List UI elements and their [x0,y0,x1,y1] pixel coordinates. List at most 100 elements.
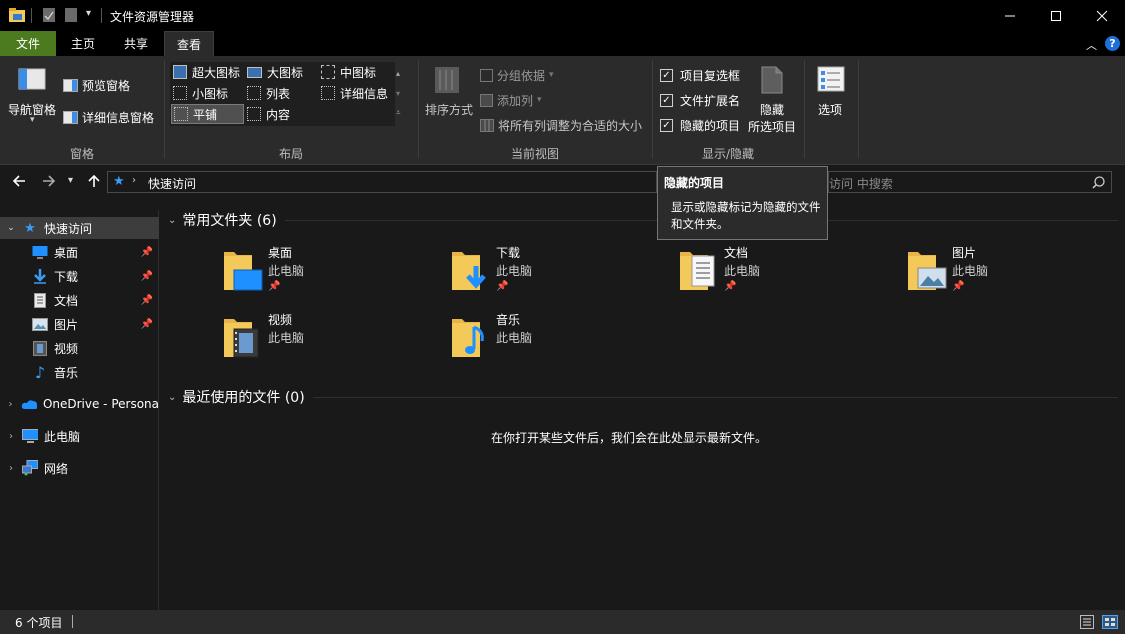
properties-icon[interactable] [42,7,56,23]
maximize-button[interactable] [1033,0,1079,31]
layout-medium-icons[interactable]: 中图标 [321,62,376,82]
folder-location: 此电脑 [268,264,305,278]
sidebar-item-quick-access[interactable]: ⌄ ★ 快速访问 [0,217,159,239]
music-folder-icon [452,319,484,357]
tooltip-title: 隐藏的项目 [664,176,725,190]
sidebar-item-network[interactable]: › 网络 [0,457,159,479]
layout-tiles[interactable]: 平铺 [171,104,244,124]
customize-quick-access-icon[interactable]: ▾ [86,8,91,19]
sidebar-item-label: 此电脑 [44,429,81,444]
chevron-down-icon: ⌄ [168,214,177,226]
chevron-right-icon[interactable]: › [0,399,21,410]
hide-selected-items-button[interactable]: 隐藏 所选项目 [746,66,800,136]
details-pane-button[interactable]: 详细信息窗格 [63,108,154,126]
layout-small-icons[interactable]: 小图标 [173,83,228,103]
recent-files-header[interactable]: ⌄ 最近使用的文件 (0) [168,387,1118,407]
tab-view[interactable]: 查看 [164,31,214,57]
options-button[interactable]: 选项 [812,66,852,126]
folder-tile-videos[interactable]: 视频 此电脑 [222,311,442,371]
title-bar: ▾ 文件资源管理器 [0,0,1125,31]
tab-file[interactable]: 文件 [0,31,56,56]
document-icon [32,292,48,308]
layout-label: 列表 [266,86,291,101]
add-columns-button[interactable]: 添加列 ▾ [480,92,542,108]
expand-gallery-icon[interactable]: ⩡ [396,108,401,118]
new-folder-icon[interactable] [64,7,78,23]
preview-pane-button[interactable]: 预览窗格 [63,76,130,94]
scroll-up-icon[interactable]: ▴ [396,69,400,78]
recent-locations-icon[interactable]: ▾ [68,175,73,186]
panes-group-label: 窗格 [69,147,94,161]
network-icon [22,460,38,476]
list-icon [247,86,261,100]
sidebar-item-onedrive[interactable]: › OneDrive - Persona [0,393,159,415]
close-button[interactable] [1079,0,1125,31]
breadcrumb-quick-access[interactable]: 快速访问 [148,175,196,192]
minimize-icon [1005,15,1015,16]
add-columns-label: 添加列 [497,93,534,108]
up-button[interactable] [87,174,101,192]
group-by-button[interactable]: 分组依据 ▾ [480,67,554,83]
tab-home[interactable]: 主页 [58,31,108,56]
folder-tile-pictures[interactable]: 图片 此电脑 📌 [906,244,1125,304]
cloud-icon [21,396,37,412]
details-view-icon[interactable] [1080,615,1094,629]
pin-icon: 📌 [496,281,509,292]
divider [312,396,1118,398]
hidden-items-checkbox[interactable]: ✓ [660,119,673,132]
forward-button[interactable] [42,174,56,192]
hidden-items-toggle[interactable]: ✓ 隐藏的项目 [660,117,740,134]
back-button[interactable] [12,174,26,192]
status-bar: 6 个项目 [0,610,1125,634]
file-extensions-toggle[interactable]: ✓ 文件扩展名 [660,92,740,109]
divider [652,60,653,158]
sidebar-item-videos[interactable]: 视频 [0,337,159,359]
videos-folder-icon [224,319,259,358]
folder-tile-documents[interactable]: 文档 此电脑 📌 [678,244,898,304]
item-checkboxes-toggle[interactable]: ✓ 项目复选框 [660,67,740,84]
folder-app-icon [9,8,25,22]
frequent-folders-header[interactable]: ⌄ 常用文件夹 (6) [168,210,1118,230]
help-icon[interactable]: ? [1105,36,1120,51]
tab-share[interactable]: 共享 [110,31,162,56]
address-bar[interactable]: ★ › 快速访问 [107,171,657,193]
item-checkboxes-checkbox[interactable]: ✓ [660,69,673,82]
sidebar-item-this-pc[interactable]: › 此电脑 [0,425,159,447]
group-by-label: 分组依据 [497,68,546,83]
layout-large-icons[interactable]: 大图标 [247,62,303,82]
collapse-ribbon-icon[interactable]: ︿ [1086,37,1097,53]
folder-tile-downloads[interactable]: 下载 此电脑 📌 [450,244,670,304]
navigation-pane-button[interactable]: 导航窗格 ▾ [6,68,60,132]
details-pane-icon [63,110,78,124]
layout-label: 超大图标 [192,65,241,80]
extra-large-icons-icon [173,65,187,79]
folder-tile-desktop[interactable]: 桌面 此电脑 📌 [222,244,442,304]
large-icons-icon [247,66,262,78]
layout-extra-large-icons[interactable]: 超大图标 [173,62,240,82]
chevron-down-icon: ⌄ [168,391,177,403]
minimize-button[interactable] [987,0,1033,31]
divider [858,60,859,158]
chevron-right-icon[interactable]: › [0,431,22,442]
up-arrow-icon [88,174,100,187]
quick-access-star-icon: ★ [113,174,125,189]
sidebar-item-music[interactable]: ♪ 音乐 [0,361,159,383]
fit-columns-button[interactable]: 将所有列调整为合适的大小 [480,117,642,133]
chevron-down-icon[interactable]: ⌄ [0,223,22,233]
breadcrumb-separator-icon[interactable]: › [132,175,136,186]
scroll-down-icon[interactable]: ▾ [396,89,400,98]
sidebar-item-pictures[interactable]: 图片 📌 [0,313,159,335]
layout-details[interactable]: 详细信息 [321,83,388,103]
sidebar-item-documents[interactable]: 文档 📌 [0,289,159,311]
folder-tile-music[interactable]: 音乐 此电脑 [450,311,670,371]
maximize-icon [1051,10,1061,21]
layout-content[interactable]: 内容 [247,104,290,124]
large-icons-view-icon[interactable] [1102,615,1118,629]
file-extensions-checkbox[interactable]: ✓ [660,94,673,107]
chevron-right-icon[interactable]: › [0,463,22,474]
search-input[interactable]: 访问 中搜索 [828,171,1112,193]
layout-list[interactable]: 列表 [247,83,290,103]
sort-by-button[interactable]: 排序方式 [422,66,474,126]
sidebar-item-downloads[interactable]: 下载 📌 [0,265,159,287]
sidebar-item-desktop[interactable]: 桌面 📌 [0,241,159,263]
